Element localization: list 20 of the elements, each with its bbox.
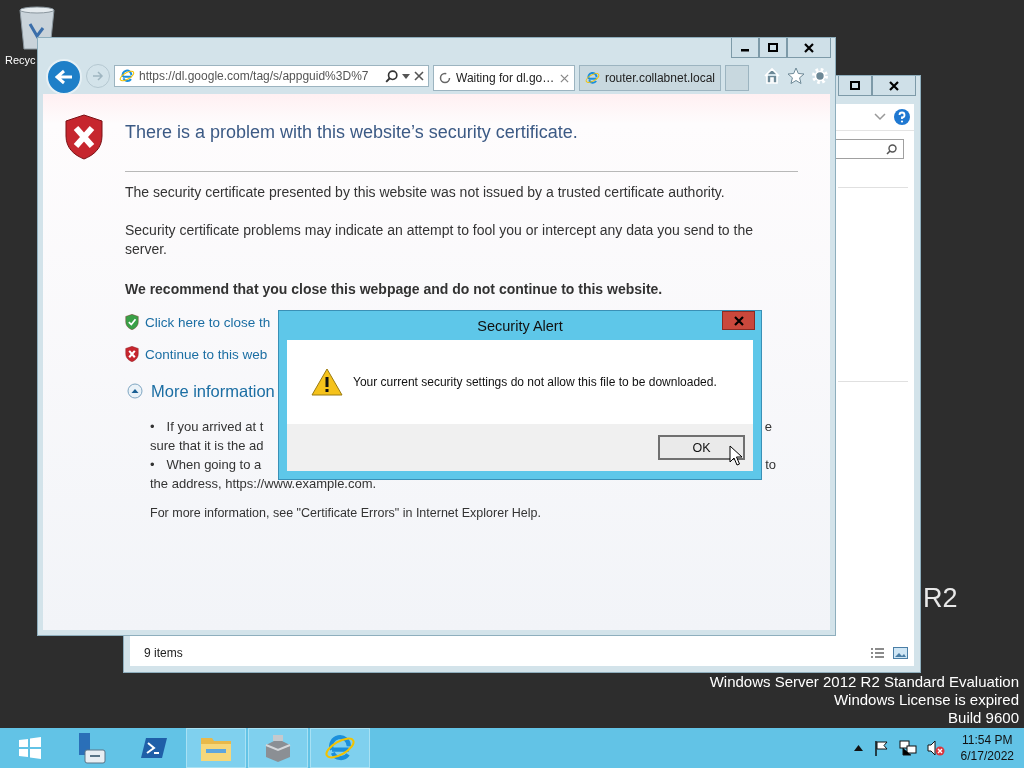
body-text: The security certificate presented by this website was not issued by a trusted certificate authority.: [125, 183, 726, 202]
edition-text: Windows License is expired: [833, 691, 1019, 709]
bullet-mark: •: [150, 457, 155, 472]
info-text: the address, https://www.example.com.: [150, 476, 377, 491]
info-text: When going to a: [166, 457, 262, 472]
info-text: sure that it is the ad: [150, 438, 264, 453]
help-text: For more information, see "Certificate Errors" in Internet Explorer Help.: [150, 506, 542, 520]
info-text: e: [764, 419, 772, 434]
edition-text: Windows Server 2012 R2 Standard Evaluation: [709, 673, 1019, 691]
info-text: If you arrived at t: [166, 419, 264, 434]
edition-text: Build 9600: [948, 709, 1019, 727]
bullet-mark: •: [150, 419, 155, 434]
edition-watermark: R2: [923, 583, 958, 614]
status-text: 9 items: [144, 646, 183, 660]
dialog-message: Your current security settings do not allow this file to be downloaded.: [353, 375, 717, 389]
info-text: to: [765, 457, 776, 472]
page-title: There is a problem with this website’s security certificate.: [125, 121, 579, 144]
dialog-title: Security Alert: [477, 317, 563, 334]
body-text: Security certificate problems may indicate an attempt to fool you or intercept any data you send to the server.: [125, 221, 754, 259]
recommendation-text: We recommend that you close this webpage and do not continue to this website.: [125, 280, 664, 299]
